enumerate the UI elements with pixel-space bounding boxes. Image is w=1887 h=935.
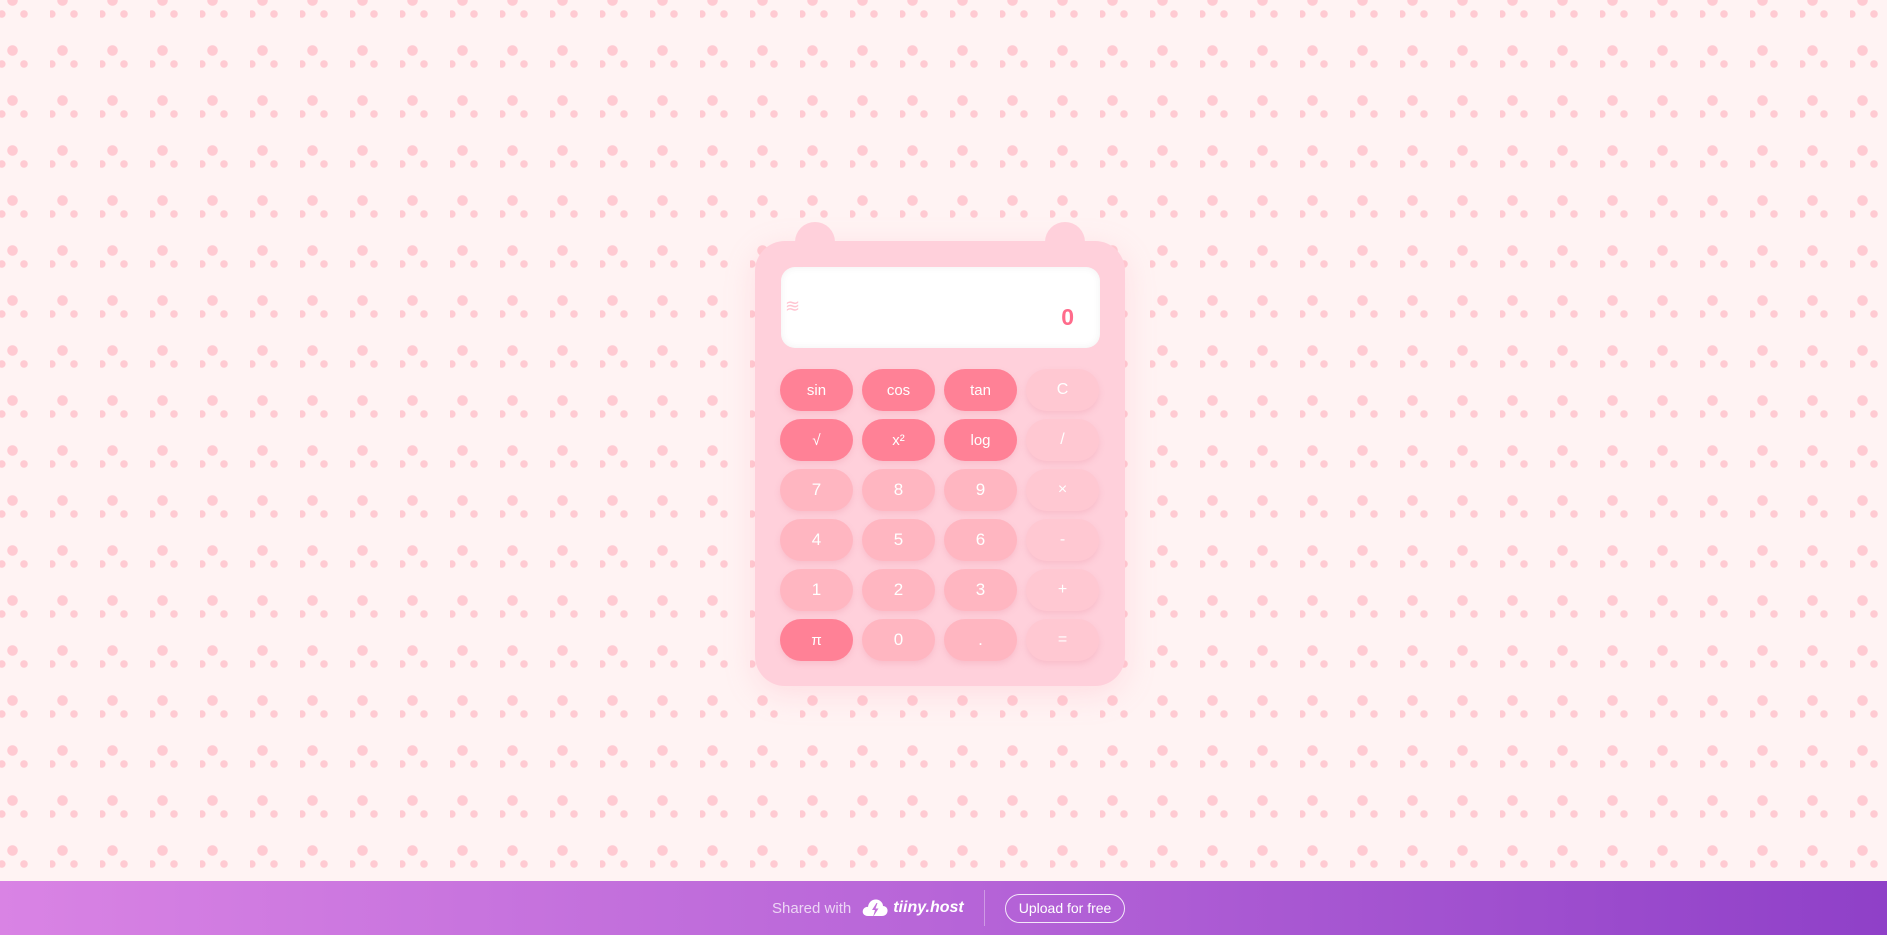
key-6[interactable]: 6 [944,519,1017,561]
wave-icon: ≋ [785,296,801,316]
footer-content: Shared with tiiny.host Upload for free [772,881,1126,935]
shared-with-text: Shared with [772,899,852,917]
key-pi[interactable]: π [780,619,853,661]
footer-bar: Shared with tiiny.host Upload for free [0,881,1887,935]
key-square[interactable]: x² [862,419,935,461]
key-2[interactable]: 2 [862,569,935,611]
key-equals[interactable]: = [1026,619,1099,661]
key-decimal[interactable]: . [944,619,1017,661]
calculator-display: ≋ 0 [781,267,1100,348]
key-9[interactable]: 9 [944,469,1017,511]
keypad: sin cos tan C √ x² log/ 7 8 9 × 4 5 6- 1 2 3 + π 0. = [780,369,1099,661]
key-3[interactable]: 3 [944,569,1017,611]
upload-for-free-button[interactable]: Upload for free [1004,893,1126,923]
key-7[interactable]: 7 [780,469,853,511]
key-tan[interactable]: tan [944,369,1017,411]
key-8[interactable]: 8 [862,469,935,511]
key-5[interactable]: 5 [862,519,935,561]
key-1[interactable]: 1 [780,569,853,611]
calculator: ≋ 0 sin cos tan C √ x² log/7 8 9 × 4 5 6-1 2 3 + π 0. = [755,222,1125,686]
calculator-ear-left [795,222,835,262]
key-log[interactable]: log [944,419,1017,461]
page-background: ≋ 0 sin cos tan C √ x² log/7 8 9 × 4 5 6-1 2 3 + π 0. = [0,0,1887,881]
key-4[interactable]: 4 [780,519,853,561]
tiiny-host-logo[interactable]: tiiny.host [861,896,964,920]
key-cos[interactable]: cos [862,369,935,411]
key-multiply[interactable]: × [1026,469,1099,511]
calculator-ear-right [1045,222,1085,262]
key-add[interactable]: + [1026,569,1099,611]
key-clear[interactable]: C [1026,369,1099,411]
key-subtract[interactable]: - [1026,519,1099,561]
key-sqrt[interactable]: √ [780,419,853,461]
footer-divider [983,890,985,926]
display-value: 0 [1061,304,1074,330]
cloud-lightning-icon [862,899,888,917]
logo-text: tiiny.host [893,899,964,916]
key-sin[interactable]: sin [780,369,853,411]
key-divide[interactable]: / [1026,419,1099,461]
key-0[interactable]: 0 [862,619,935,661]
